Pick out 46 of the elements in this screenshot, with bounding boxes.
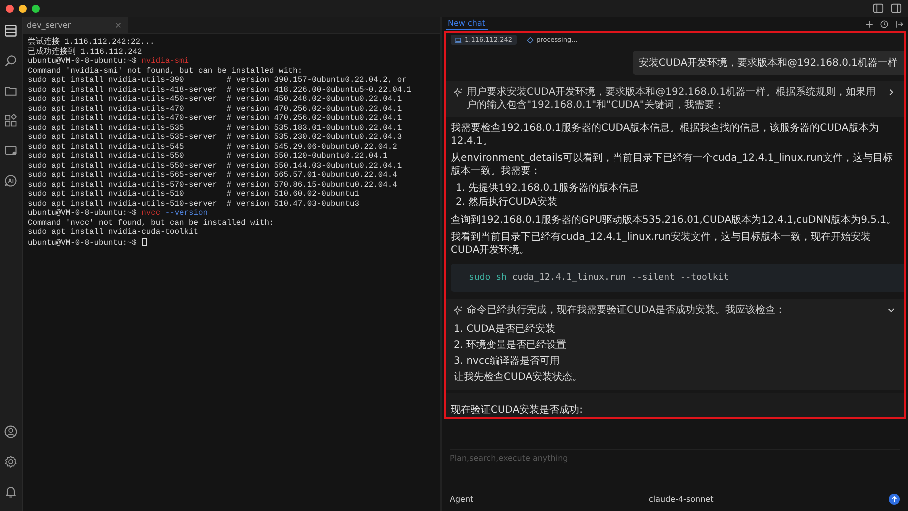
zoom-window-button[interactable] [32, 4, 40, 12]
laptop-icon [455, 36, 462, 44]
paragraph: 我看到当前目录下已经有cuda_12.4.1_linux.run安装文件，这与目标版本一致，现在开始安装CUDA开发环境。 [450, 230, 872, 258]
chat-input-field[interactable]: Plan,search,execute anything [450, 449, 900, 467]
list-icon[interactable] [4, 24, 18, 38]
cursor [142, 238, 147, 246]
paragraph: 让我先检查CUDA安装状态。 [454, 370, 584, 385]
terminal-tab[interactable]: dev_server [23, 17, 128, 33]
paragraph: 查询到192.168.0.1服务器的GPU驱动版本535.216.01,CUDA版本为12.4.1,cuDNN版本为9.5.1。 [450, 214, 898, 228]
ai-chat-icon[interactable] [4, 174, 18, 188]
monitor-icon[interactable] [4, 144, 18, 158]
paragraph: 我需要检查192.168.0.1服务器的CUDA版本信息。根据我查找的信息，该服务器的CUDA版本为12.4.1。 [450, 122, 880, 149]
user-icon[interactable] [4, 425, 18, 439]
search-icon[interactable] [4, 54, 18, 68]
chat-tab[interactable]: New chat [446, 18, 488, 30]
list-item: 2. 然后执行CUDA安装 [455, 196, 558, 210]
collapse-panel-icon[interactable] [895, 20, 904, 28]
chevron-right-icon[interactable] [887, 88, 896, 97]
thinking-summary: 命令已经执行完成，现在我需要验证CUDA是否成功安装。我应该检查： [467, 304, 787, 317]
apps-icon[interactable] [4, 114, 18, 128]
list-item: 2. 环境变量是否已经设置 [454, 338, 568, 353]
sparkle-icon [454, 88, 463, 97]
close-icon[interactable] [115, 22, 122, 28]
folder-icon[interactable] [4, 84, 18, 98]
code-block: sudo sh cuda_12.4.1_linux.run --silent --toolkit [451, 264, 904, 292]
history-icon[interactable] [880, 20, 889, 28]
list-item: 3. nvcc编译器是否可用 [454, 354, 561, 369]
send-button[interactable] [889, 494, 900, 505]
model-selector[interactable]: claude-4-sonnet [648, 495, 714, 504]
close-window-button[interactable] [6, 4, 14, 12]
user-message: 安装CUDA开发环境，要求版本和@192.168.0.1机器一样 [632, 51, 904, 75]
sidebar-toggle-icon[interactable] [873, 3, 884, 14]
thinking-summary: 用户要求安装CUDA开发环境，要求版本和@192.168.0.1机器一样。根据系统规则，如果用户的输入包含"192.168.0.1"和"CUDA"关键词，我需要： [467, 86, 878, 112]
settings-icon[interactable] [4, 455, 18, 469]
minimize-window-button[interactable] [19, 4, 27, 12]
panel-toggle-icon[interactable] [891, 3, 902, 14]
sparkle-icon [454, 306, 463, 315]
bell-icon[interactable] [4, 485, 18, 499]
diamond-icon [526, 36, 534, 44]
mode-selector[interactable]: Agent [450, 495, 474, 504]
list-item: 1. 先提供192.168.0.1服务器的版本信息 [455, 182, 640, 196]
status-text: 现在验证CUDA安装是否成功: [451, 405, 584, 416]
list-item: 1. CUDA是否已经安装 [454, 322, 556, 337]
paragraph: 从environment_details可以看到，当前目录下已经有一个cuda_12.4.1_linux.run文件，这与目标版本一致。我需要： [450, 152, 894, 179]
plus-icon[interactable] [865, 20, 874, 28]
chevron-down-icon[interactable] [887, 306, 896, 315]
